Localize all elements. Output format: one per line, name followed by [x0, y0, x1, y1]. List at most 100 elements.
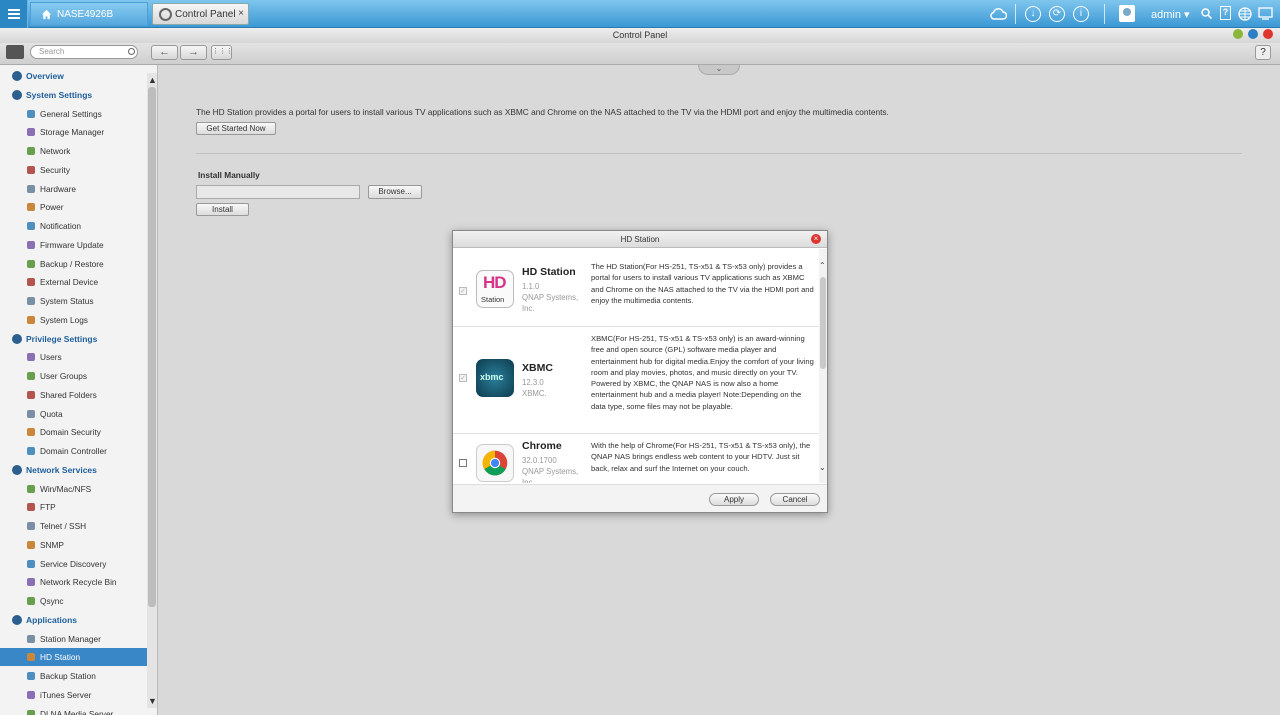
app-meta: 32.0.1700 QNAP Systems, Inc. — [522, 455, 584, 483]
sidebar-item-applications[interactable]: Applications — [0, 611, 147, 629]
sidebar-item-user-groups[interactable]: User Groups — [0, 367, 147, 385]
sidebar-item-backup-restore[interactable]: Backup / Restore — [0, 255, 147, 273]
nas-home-tab[interactable]: NASE4926B — [30, 2, 148, 26]
sidebar-item-network[interactable]: Network — [0, 142, 147, 160]
sidebar-item-power[interactable]: Power — [0, 198, 147, 216]
sync-icon[interactable]: ⟳ — [1049, 6, 1065, 22]
sidebar-item-domain-security[interactable]: Domain Security — [0, 423, 147, 441]
sidebar-item-service-discovery[interactable]: Service Discovery — [0, 555, 147, 573]
apply-button[interactable]: Apply — [709, 493, 759, 506]
security-icon — [27, 165, 35, 174]
hd-station-dialog: HD Station × ✓ HD Station HD Station 1.1… — [452, 230, 828, 513]
chevron-down-icon[interactable]: ⌄ — [698, 65, 740, 75]
app-checkbox-chrome[interactable] — [459, 459, 467, 467]
scroll-down-icon[interactable]: ⌄ — [819, 463, 826, 472]
sidebar-item-hd-station[interactable]: HD Station — [0, 648, 147, 667]
sidebar-item-station-manager[interactable]: Station Manager — [0, 630, 147, 648]
back-button[interactable]: ← — [151, 45, 178, 60]
sidebar-item-label: Power — [40, 202, 64, 213]
shared-folders-icon — [27, 390, 35, 399]
window-title-bar: Control Panel — [0, 28, 1280, 43]
xbmc-icon: xbmc — [476, 359, 514, 397]
file-path-input[interactable] — [196, 185, 360, 199]
sidebar-item-ftp[interactable]: FTP — [0, 498, 147, 516]
dialog-footer: Apply Cancel — [453, 484, 827, 512]
monitor-icon[interactable] — [1258, 7, 1273, 20]
sidebar-item-dlna-media-server[interactable]: DLNA Media Server — [0, 705, 147, 715]
sidebar-item-label: Station Manager — [40, 633, 101, 644]
sidebar-item-win-mac-nfs[interactable]: Win/Mac/NFS — [0, 480, 147, 498]
minimize-icon[interactable] — [1233, 29, 1243, 39]
sidebar-item-external-device[interactable]: External Device — [0, 273, 147, 291]
domain-controller-icon — [27, 447, 35, 455]
sidebar-item-system-logs[interactable]: System Logs — [0, 311, 147, 329]
system-settings-icon — [12, 89, 22, 100]
cloud-icon[interactable] — [989, 7, 1007, 20]
help-icon[interactable]: ? — [1220, 6, 1231, 20]
sidebar-item-backup-station[interactable]: Backup Station — [0, 667, 147, 685]
user-avatar-icon[interactable] — [1119, 5, 1135, 22]
globe-icon[interactable] — [1238, 7, 1252, 21]
search-icon[interactable] — [1201, 8, 1212, 19]
scroll-up-icon[interactable]: ▲ — [148, 75, 157, 85]
get-started-button[interactable]: Get Started Now — [196, 122, 276, 135]
app-version: 1.1.0 — [522, 282, 540, 291]
close-tab-icon[interactable]: × — [238, 8, 244, 19]
sidebar-item-snmp[interactable]: SNMP — [0, 536, 147, 554]
app-meta: 12.3.0 XBMC. — [522, 377, 584, 399]
scroll-down-icon[interactable]: ▼ — [148, 696, 157, 706]
dialog-title: HD Station — [620, 235, 660, 244]
window-title: Control Panel — [612, 30, 668, 40]
sidebar-toggle-button[interactable] — [6, 45, 24, 59]
app-vendor: QNAP Systems, Inc. — [522, 467, 579, 483]
dlna-media-server-icon — [27, 709, 35, 715]
sidebar-item-domain-controller[interactable]: Domain Controller — [0, 442, 147, 460]
sidebar-item-itunes-server[interactable]: iTunes Server — [0, 686, 147, 704]
app-checkbox-hd-station[interactable]: ✓ — [459, 287, 467, 295]
sidebar-item-hardware[interactable]: Hardware — [0, 180, 147, 198]
close-dialog-icon[interactable]: × — [811, 234, 821, 244]
snmp-icon — [27, 540, 35, 549]
sidebar-item-label: System Status — [40, 296, 94, 306]
sidebar-item-label: Win/Mac/NFS — [40, 483, 92, 494]
sidebar-item-label: Backup Station — [40, 671, 96, 681]
sidebar-item-privilege-settings[interactable]: Privilege Settings — [0, 330, 147, 348]
help-button[interactable]: ? — [1255, 45, 1271, 60]
app-checkbox-xbmc[interactable]: ✓ — [459, 374, 467, 382]
forward-button[interactable]: → — [180, 45, 207, 60]
sidebar-item-storage-manager[interactable]: Storage Manager — [0, 123, 147, 141]
sidebar-item-users[interactable]: Users — [0, 348, 147, 366]
scroll-up-icon[interactable]: ⌃ — [819, 261, 826, 270]
main-menu-button[interactable] — [0, 0, 28, 28]
sidebar-item-label: Overview — [26, 71, 64, 81]
cancel-button[interactable]: Cancel — [770, 493, 820, 506]
sidebar-scroll-thumb[interactable] — [148, 87, 156, 607]
dialog-scroll-thumb[interactable] — [820, 277, 826, 369]
download-icon[interactable]: ↓ — [1025, 6, 1041, 22]
sidebar-item-security[interactable]: Security — [0, 161, 147, 179]
sidebar-item-qsync[interactable]: Qsync — [0, 592, 147, 610]
search-input[interactable]: Search — [30, 45, 138, 59]
close-window-icon[interactable] — [1263, 29, 1273, 39]
sidebar-item-quota[interactable]: Quota — [0, 405, 147, 423]
sidebar-item-shared-folders[interactable]: Shared Folders — [0, 386, 147, 404]
maximize-icon[interactable] — [1248, 29, 1258, 39]
browse-button[interactable]: Browse... — [368, 185, 422, 199]
control-panel-tab[interactable]: Control Panel × — [152, 3, 249, 25]
station-manager-icon — [27, 634, 35, 643]
sidebar-item-firmware-update[interactable]: Firmware Update — [0, 236, 147, 254]
sidebar-item-network-services[interactable]: Network Services — [0, 461, 147, 479]
hardware-icon — [27, 184, 35, 193]
user-menu[interactable]: admin ▾ — [1151, 8, 1190, 21]
sidebar-item-notification[interactable]: Notification — [0, 217, 147, 235]
sidebar-item-system-settings[interactable]: System Settings — [0, 86, 147, 104]
sidebar-item-telnet-ssh[interactable]: Telnet / SSH — [0, 517, 147, 535]
info-icon[interactable]: i — [1073, 6, 1089, 22]
sidebar-item-network-recycle-bin[interactable]: Network Recycle Bin — [0, 573, 147, 591]
install-button[interactable]: Install — [196, 203, 249, 216]
sidebar-item-system-status[interactable]: System Status — [0, 292, 147, 310]
sidebar-item-general-settings[interactable]: General Settings — [0, 105, 147, 123]
app-grid-button[interactable]: ⋮⋮⋮ — [211, 45, 233, 60]
sidebar-item-overview[interactable]: Overview — [0, 67, 147, 85]
app-list: ✓ HD Station HD Station 1.1.0 QNAP Syste… — [453, 249, 827, 483]
